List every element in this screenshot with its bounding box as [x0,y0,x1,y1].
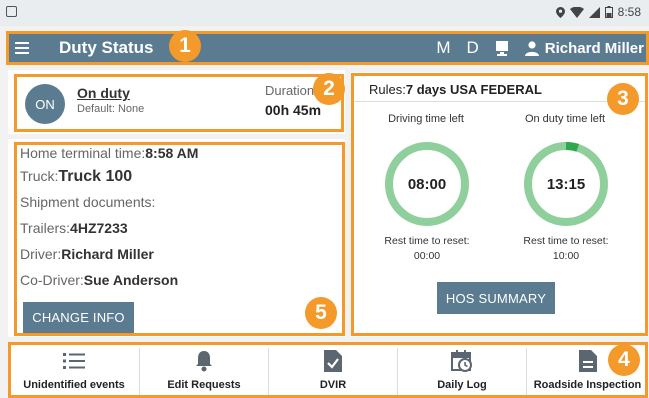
callout-badge-2: 2 [313,73,345,105]
mode-d-button[interactable]: D [467,38,479,58]
duration-value: 00h 45m [265,102,322,118]
page-title: Duty Status [59,38,154,57]
codriver-line: Co-Driver:Sue Anderson [20,272,179,288]
menu-icon[interactable] [15,42,29,54]
onduty-time-label: On duty time left [524,113,606,125]
rules-line: Rules:7 days USA FEDERAL [369,82,542,97]
duty-status-card[interactable]: ON On duty Default: None Duration 00h 45… [8,70,345,134]
driving-rest-label: Rest time to reset: [384,235,470,247]
callout-badge-1: 1 [169,30,201,62]
nav-label: Unidentified events [23,379,125,391]
driving-rest-value: 00:00 [413,250,441,262]
onduty-rest-value: 10:00 [552,250,580,262]
user-name: Richard Miller [544,39,644,57]
truck-value: Truck 100 [58,168,133,185]
nav-unidentified-events[interactable]: Unidentified events [10,344,138,398]
location-icon [555,6,565,18]
duty-status-default: Default: None [77,103,145,115]
status-icons: 8:58 [555,5,641,19]
callout-badge-5: 5 [305,297,337,329]
calendar-clock-icon [451,350,473,372]
callout-badge-3: 3 [607,83,639,115]
device-icon[interactable] [495,40,509,56]
app-bar-actions: M D Richard Miller [436,32,644,64]
app-screen: 8:58 Duty Status M D Richard Miller 1 ON… [0,0,649,398]
driving-time-value: 08:00 [407,176,447,193]
callout-badge-4: 4 [608,344,640,376]
home-terminal-value: 8:58 AM [145,145,199,161]
battery-icon [604,6,613,18]
duty-status-circle: ON [25,84,65,124]
bell-icon [195,350,213,372]
signal-icon [588,6,600,18]
app-bar: Duty Status M D Richard Miller [7,32,648,64]
wifi-icon [569,6,584,18]
trailers-value: 4HZ7233 [70,220,128,236]
list-icon [63,350,85,372]
nav-label: Roadside Inspection [533,379,642,391]
notification-icon [6,6,17,17]
driver-value: Richard Miller [61,246,154,262]
document-lines-icon [578,350,597,372]
change-info-button[interactable]: CHANGE INFO [23,302,134,333]
nav-label: Edit Requests [167,379,241,391]
nav-label: Daily Log [437,379,487,391]
status-bar: 8:58 [0,0,649,26]
nav-dvir[interactable]: DVIR [269,344,397,398]
onduty-rest-label: Rest time to reset: [523,235,609,247]
rules-divider [353,101,645,102]
driver-info-card: Home terminal time:8:58 AM Truck:Truck 1… [8,139,345,337]
hos-summary-button[interactable]: HOS SUMMARY [437,282,555,314]
trailers-line: Trailers:4HZ7233 [20,220,128,236]
truck-line: Truck:Truck 100 [20,168,133,185]
rules-value: 7 days USA FEDERAL [405,82,542,97]
mode-m-button[interactable]: M [436,38,450,58]
driving-time-label: Driving time left [388,113,464,125]
duration-label: Duration [265,83,315,98]
clock-text: 8:58 [617,5,641,19]
codriver-value: Sue Anderson [83,272,179,288]
user-menu[interactable]: Richard Miller [524,39,644,57]
nav-label: DVIR [319,379,347,391]
person-icon [524,40,539,56]
shipment-documents-line: Shipment documents: [20,194,156,210]
home-terminal-time: Home terminal time:8:58 AM [20,145,199,161]
onduty-time-value: 13:15 [546,176,586,193]
nav-edit-requests[interactable]: Edit Requests [140,344,268,398]
duty-status-title[interactable]: On duty [77,85,130,101]
document-check-icon [324,350,342,372]
driver-line: Driver:Richard Miller [20,246,154,262]
nav-daily-log[interactable]: Daily Log [398,344,526,398]
